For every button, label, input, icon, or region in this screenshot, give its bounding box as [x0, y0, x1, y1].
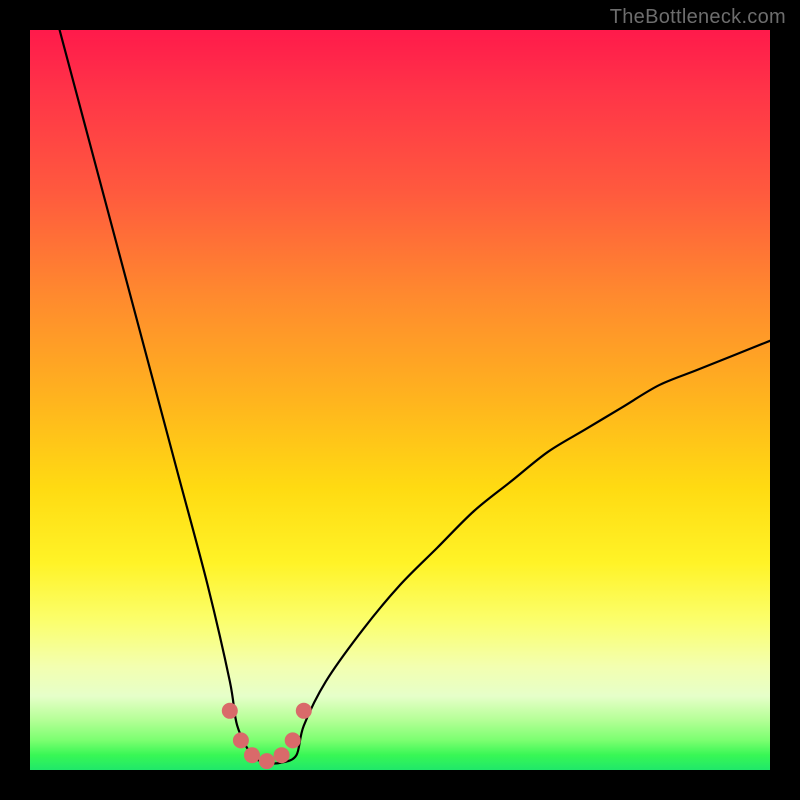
outer-frame: TheBottleneck.com [0, 0, 800, 800]
chart-marker [259, 753, 275, 769]
plot-area [30, 30, 770, 770]
chart-marker [244, 747, 260, 763]
bottleneck-curve-path [60, 30, 770, 763]
chart-svg [30, 30, 770, 770]
chart-marker [274, 747, 290, 763]
chart-marker [285, 732, 301, 748]
chart-marker [296, 703, 312, 719]
chart-marker [222, 703, 238, 719]
watermark-text: TheBottleneck.com [610, 6, 786, 29]
marker-group [222, 703, 312, 769]
chart-marker [233, 732, 249, 748]
